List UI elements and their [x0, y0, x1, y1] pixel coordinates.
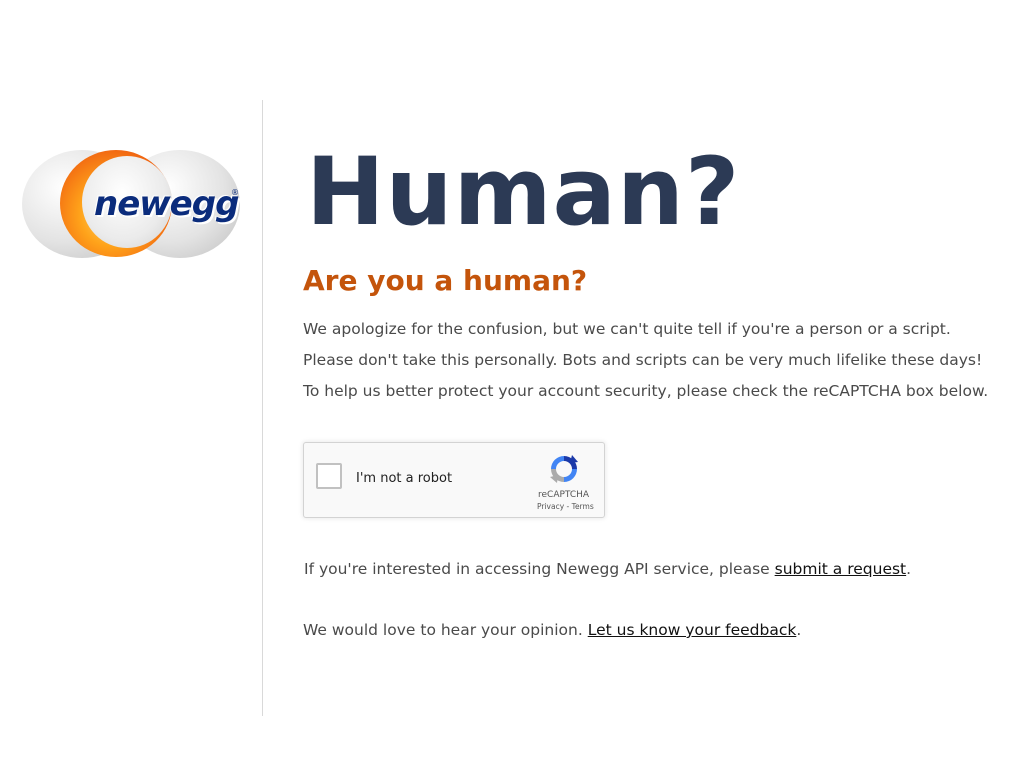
recaptcha-logo-icon: [550, 455, 578, 483]
message-bots: Please don't take this personally. Bots …: [303, 351, 983, 369]
recaptcha-privacy-link[interactable]: Privacy: [537, 502, 564, 511]
message-security: To help us better protect your account s…: [303, 382, 989, 400]
feedback-text: We would love to hear your opinion.: [303, 621, 588, 639]
feedback-suffix: .: [796, 621, 802, 639]
feedback-line: We would love to hear your opinion. Let …: [303, 621, 801, 639]
recaptcha-terms-link[interactable]: Terms: [572, 502, 594, 511]
page-title: Human?: [306, 138, 741, 247]
submit-request-link[interactable]: submit a request: [775, 560, 907, 578]
recaptcha-brand: reCAPTCHA: [538, 490, 590, 500]
logo-brand-text[interactable]: newegg: [94, 184, 239, 224]
logo-registered-mark: ®: [231, 188, 239, 197]
api-request-text: If you're interested in accessing Newegg…: [304, 560, 775, 578]
api-request-suffix: .: [906, 560, 912, 578]
recaptcha-links: Privacy - Terms: [537, 502, 594, 511]
newegg-logo: newegg ®: [20, 140, 244, 270]
recaptcha-checkbox[interactable]: [316, 463, 342, 489]
vertical-divider: [262, 100, 263, 716]
feedback-link[interactable]: Let us know your feedback: [588, 621, 797, 639]
recaptcha-widget: I'm not a robot reCAPTCHA Privacy - Term…: [303, 442, 605, 518]
page-subtitle: Are you a human?: [303, 264, 588, 297]
recaptcha-label[interactable]: I'm not a robot: [356, 471, 452, 486]
api-request-line: If you're interested in accessing Newegg…: [304, 560, 911, 578]
message-apology: We apologize for the confusion, but we c…: [303, 320, 951, 338]
logo-home-link[interactable]: [20, 229, 241, 267]
recaptcha-link-separator: -: [564, 502, 572, 511]
